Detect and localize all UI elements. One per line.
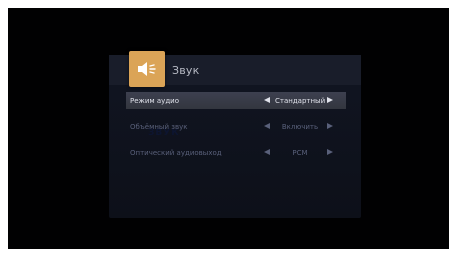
arrow-left-icon[interactable] bbox=[264, 97, 270, 103]
menu-row-surround-sound[interactable]: Объёмный звук Включить bbox=[126, 118, 346, 135]
arrow-right-icon[interactable] bbox=[327, 97, 333, 103]
row-label: Оптический аудиовыход bbox=[130, 149, 222, 157]
row-value: Стандартный bbox=[275, 97, 326, 105]
panel-header: Звук bbox=[109, 51, 361, 87]
menu-row-audio-mode[interactable]: Режим аудио Стандартный bbox=[126, 92, 346, 109]
page-title: Звук bbox=[172, 64, 200, 77]
row-value: PCM bbox=[292, 149, 308, 157]
arrow-left-icon[interactable] bbox=[264, 123, 270, 129]
row-label: Режим аудио bbox=[130, 97, 179, 105]
speaker-icon bbox=[129, 51, 165, 87]
arrow-right-icon[interactable] bbox=[327, 149, 333, 155]
menu-row-optical-output[interactable]: Оптический аудиовыход PCM bbox=[126, 144, 346, 161]
arrow-left-icon[interactable] bbox=[264, 149, 270, 155]
arrow-right-icon[interactable] bbox=[327, 123, 333, 129]
sound-settings-panel: Звук Режим аудио Стандартный ЗВУК Объёмн… bbox=[109, 51, 361, 218]
row-value: Включить bbox=[281, 123, 319, 131]
tv-screen: Звук Режим аудио Стандартный ЗВУК Объёмн… bbox=[8, 8, 449, 249]
row-label: Объёмный звук bbox=[130, 123, 188, 131]
